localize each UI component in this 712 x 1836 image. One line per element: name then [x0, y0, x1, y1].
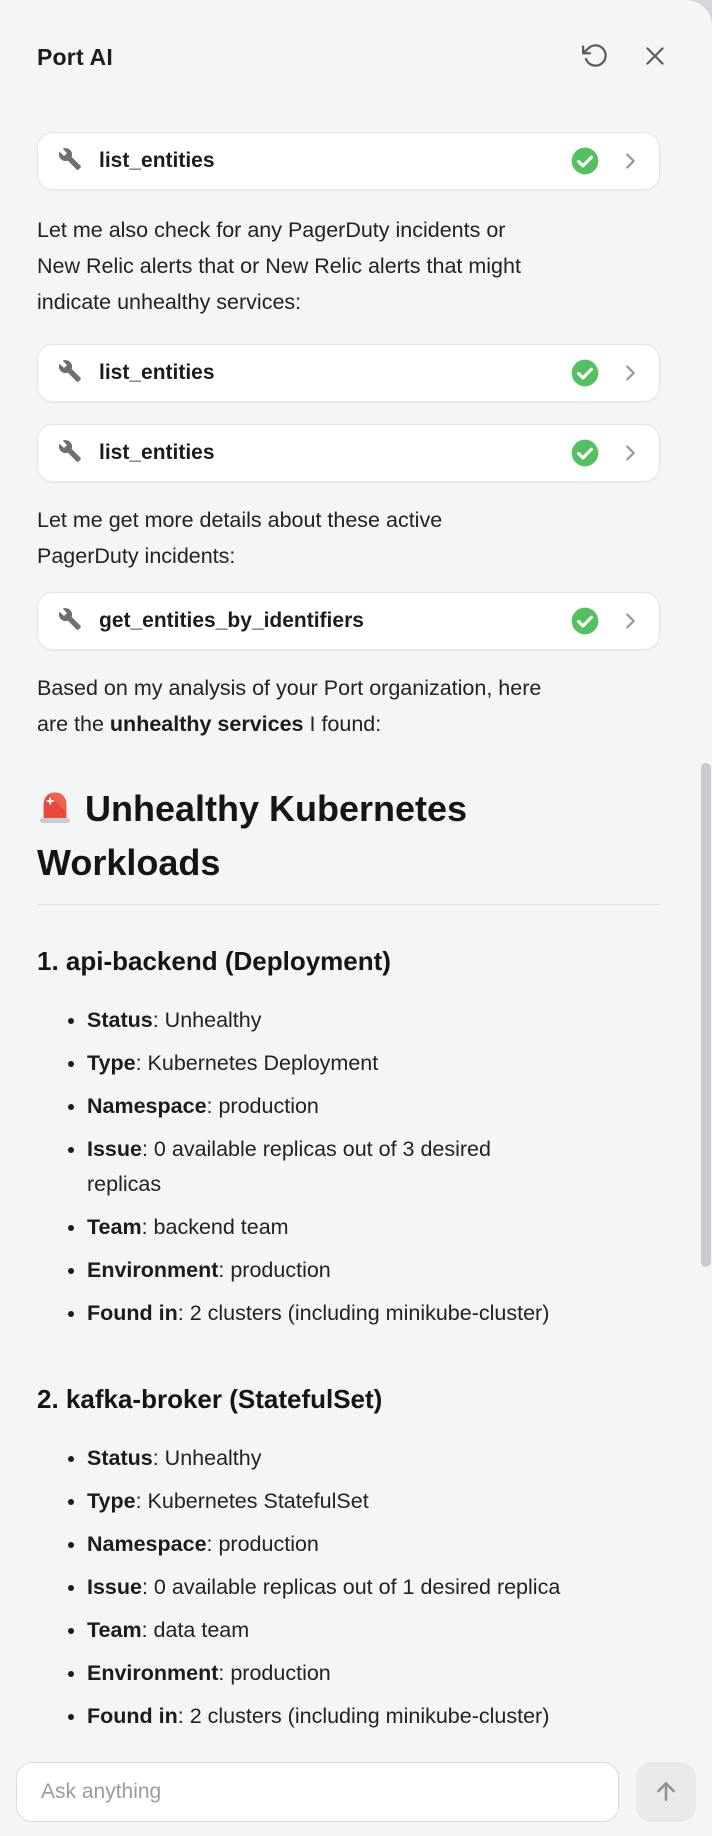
list-item: Type: Kubernetes Deployment	[87, 1046, 660, 1081]
list-item: Team: data team	[87, 1613, 660, 1648]
composer	[16, 1762, 696, 1822]
assistant-message: Let me also check for any PagerDuty inci…	[37, 212, 660, 320]
tool-call-card[interactable]: list_entities	[37, 344, 660, 402]
list-item: Type: Kubernetes StatefulSet	[87, 1484, 660, 1519]
workload-properties-list: Status: Unhealthy Type: Kubernetes State…	[37, 1441, 660, 1734]
wrench-icon	[58, 359, 82, 388]
bold-inline-text: unhealthy services	[110, 712, 304, 736]
success-check-icon	[569, 605, 601, 637]
list-item: Namespace: production	[87, 1527, 660, 1562]
chevron-right-icon[interactable]	[619, 442, 641, 464]
assistant-message: Based on my analysis of your Port organi…	[37, 670, 660, 742]
wrench-icon	[58, 607, 82, 636]
tool-call-card[interactable]: list_entities	[37, 132, 660, 190]
tool-call-card[interactable]: list_entities	[37, 424, 660, 482]
workload-properties-list: Status: Unhealthy Type: Kubernetes Deplo…	[37, 1003, 660, 1331]
scrollbar-thumb[interactable]	[701, 763, 711, 1267]
send-button[interactable]	[636, 1762, 696, 1822]
tool-name-label: get_entities_by_identifiers	[99, 609, 569, 633]
success-check-icon	[569, 357, 601, 389]
rotate-ccw-icon	[582, 42, 609, 72]
panel-title: Port AI	[37, 44, 578, 71]
chevron-right-icon[interactable]	[619, 150, 641, 172]
chevron-right-icon[interactable]	[619, 610, 641, 632]
rotating-light-emoji-icon	[37, 792, 73, 833]
list-item: Issue: 0 available replicas out of 3 des…	[87, 1132, 660, 1202]
port-ai-panel: Port AI	[0, 0, 712, 1836]
list-item: Environment: production	[87, 1253, 660, 1288]
list-item: Team: backend team	[87, 1210, 660, 1245]
assistant-message: Let me get more details about these acti…	[37, 502, 660, 574]
restart-conversation-button[interactable]	[578, 40, 612, 74]
close-icon	[642, 43, 668, 72]
wrench-icon	[58, 147, 82, 176]
list-item: Namespace: production	[87, 1089, 660, 1124]
arrow-up-icon	[652, 1777, 680, 1808]
list-item: Status: Unhealthy	[87, 1441, 660, 1476]
list-item: Status: Unhealthy	[87, 1003, 660, 1038]
list-item: Found in: 2 clusters (including minikube…	[87, 1296, 660, 1331]
divider	[37, 904, 660, 905]
tool-name-label: list_entities	[99, 149, 569, 173]
workload-section-title: 1. api-backend (Deployment)	[37, 945, 660, 977]
chevron-right-icon[interactable]	[619, 362, 641, 384]
list-item: Environment: production	[87, 1656, 660, 1691]
report-heading: Unhealthy Kubernetes Workloads	[37, 784, 660, 888]
ask-anything-input[interactable]	[16, 1762, 619, 1822]
wrench-icon	[58, 439, 82, 468]
list-item: Issue: 0 available replicas out of 1 des…	[87, 1570, 660, 1605]
close-panel-button[interactable]	[638, 40, 672, 74]
conversation-scroll-area: list_entities Let me also check for any …	[0, 132, 712, 1734]
tool-call-card[interactable]: get_entities_by_identifiers	[37, 592, 660, 650]
success-check-icon	[569, 437, 601, 469]
tool-name-label: list_entities	[99, 361, 569, 385]
list-item: Found in: 2 clusters (including minikube…	[87, 1699, 660, 1734]
workload-section-title: 2. kafka-broker (StatefulSet)	[37, 1383, 660, 1415]
tool-name-label: list_entities	[99, 441, 569, 465]
panel-header: Port AI	[0, 0, 712, 74]
success-check-icon	[569, 145, 601, 177]
